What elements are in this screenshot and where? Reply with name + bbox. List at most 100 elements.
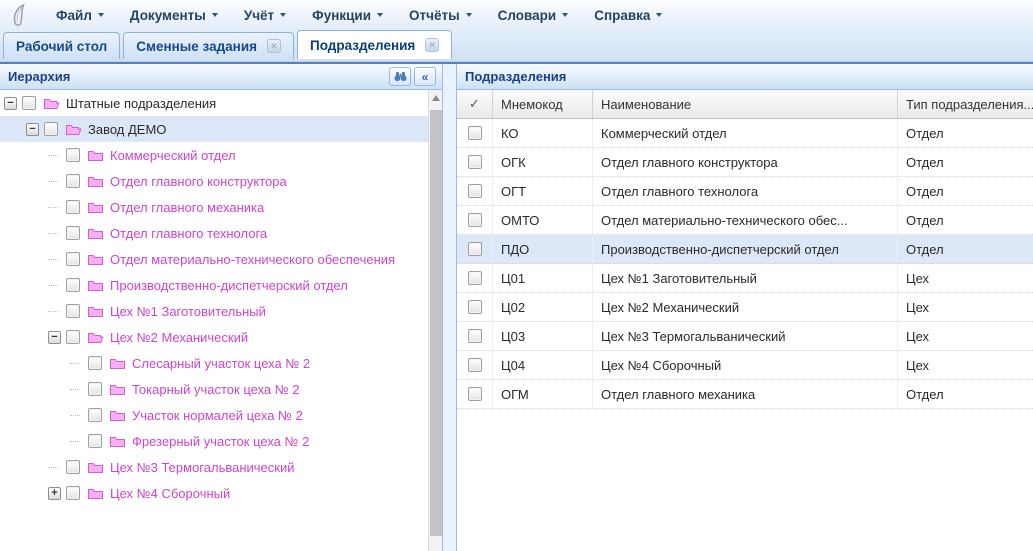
menu-item-file[interactable]: Файл — [43, 0, 117, 30]
menu-item-label: Словари — [498, 8, 557, 23]
row-checkbox[interactable] — [468, 242, 482, 256]
tree-scrollbar[interactable] — [428, 90, 442, 551]
tree-checkbox[interactable] — [66, 486, 80, 500]
row-checkbox[interactable] — [468, 126, 482, 140]
app-logo-icon — [7, 2, 33, 28]
tree-checkbox[interactable] — [66, 304, 80, 318]
tree-checkbox[interactable] — [66, 174, 80, 188]
tree-checkbox[interactable] — [66, 278, 80, 292]
table-row[interactable]: ПДОПроизводственно-диспетчерский отделОт… — [457, 235, 1033, 264]
tab-departments[interactable]: Подразделения✕ — [297, 30, 452, 59]
tree-item[interactable]: Производственно-диспетчерский отдел — [0, 272, 428, 298]
tree-item[interactable]: Отдел материально-технического обеспечен… — [0, 246, 428, 272]
scroll-up-icon[interactable] — [432, 95, 440, 101]
table-row[interactable]: Ц02Цех №2 МеханическийЦех — [457, 293, 1033, 322]
tree-item[interactable]: Отдел главного механика — [0, 194, 428, 220]
tree-item[interactable]: Фрезерный участок цеха № 2 — [0, 428, 428, 454]
cell-code: Ц04 — [493, 351, 593, 379]
table-row[interactable]: ОГМОтдел главного механикаОтдел — [457, 380, 1033, 409]
column-header-name[interactable]: Наименование — [593, 90, 898, 118]
close-icon[interactable]: ✕ — [425, 38, 439, 52]
tree-checkbox[interactable] — [66, 226, 80, 240]
row-checkbox-cell — [457, 322, 493, 350]
tree-checkbox[interactable] — [44, 122, 58, 136]
tree-item[interactable]: Отдел главного конструктора — [0, 168, 428, 194]
tree-checkbox[interactable] — [88, 408, 102, 422]
departments-panel-header: Подразделения — [457, 64, 1033, 90]
expander-slot[interactable]: − — [26, 123, 44, 136]
row-checkbox-cell — [457, 380, 493, 408]
tree-item[interactable]: − Завод ДЕМО — [0, 116, 428, 142]
table-row[interactable]: ОГТОтдел главного технологаОтдел — [457, 177, 1033, 206]
menu-item-reports[interactable]: Отчёты — [396, 0, 485, 30]
folder-icon — [87, 460, 104, 474]
tree-item[interactable]: Токарный участок цеха № 2 — [0, 376, 428, 402]
menu-item-accounting[interactable]: Учёт — [231, 0, 299, 30]
tree-checkbox[interactable] — [66, 148, 80, 162]
tab-desktop[interactable]: Рабочий стол — [3, 32, 120, 59]
tree-item[interactable]: Участок нормалей цеха № 2 — [0, 402, 428, 428]
search-button[interactable] — [389, 67, 411, 86]
tree-checkbox[interactable] — [66, 460, 80, 474]
expander-slot[interactable]: − — [4, 97, 22, 110]
table-row[interactable]: ОМТООтдел материально-технического обес.… — [457, 206, 1033, 235]
tree-item-label: Участок нормалей цеха № 2 — [132, 408, 303, 423]
expander-slot[interactable]: + — [48, 487, 66, 500]
tree-checkbox[interactable] — [88, 382, 102, 396]
column-header-check[interactable]: ✓ — [457, 90, 493, 118]
tree-checkbox[interactable] — [66, 200, 80, 214]
table-row[interactable]: ОГКОтдел главного конструктораОтдел — [457, 148, 1033, 177]
menu-item-functions[interactable]: Функции — [299, 0, 396, 30]
row-checkbox[interactable] — [468, 213, 482, 227]
tree-item[interactable]: +Цех №4 Сборочный — [0, 480, 428, 506]
expander-slot — [48, 311, 66, 312]
collapse-node-icon[interactable]: − — [48, 331, 61, 344]
menu-item-dictionaries[interactable]: Словари — [485, 0, 582, 30]
tree-item[interactable]: Цех №1 Заготовительный — [0, 298, 428, 324]
tab-shift-tasks[interactable]: Сменные задания✕ — [123, 32, 294, 59]
tree-item[interactable]: Слесарный участок цеха № 2 — [0, 350, 428, 376]
collapse-node-icon[interactable]: − — [26, 123, 39, 136]
cell-code: Ц03 — [493, 322, 593, 350]
expander-slot[interactable]: − — [48, 331, 66, 344]
tree-checkbox[interactable] — [66, 252, 80, 266]
column-header-type[interactable]: Тип подразделения... — [898, 90, 1033, 118]
tree-checkbox[interactable] — [88, 356, 102, 370]
expander-slot — [48, 233, 66, 234]
row-checkbox[interactable] — [468, 184, 482, 198]
tree-item[interactable]: Коммерческий отдел — [0, 142, 428, 168]
cell-code: Ц02 — [493, 293, 593, 321]
tree-checkbox[interactable] — [66, 330, 80, 344]
collapse-node-icon[interactable]: − — [4, 97, 17, 110]
scrollbar-thumb[interactable] — [430, 110, 442, 536]
tree-item-label: Завод ДЕМО — [88, 122, 166, 137]
row-checkbox[interactable] — [468, 358, 482, 372]
close-icon[interactable]: ✕ — [267, 39, 281, 53]
tree-guide-line — [48, 467, 58, 468]
chevron-down-icon — [212, 13, 218, 17]
tree-checkbox[interactable] — [22, 96, 36, 110]
table-row[interactable]: Ц01Цех №1 ЗаготовительныйЦех — [457, 264, 1033, 293]
tree-checkbox[interactable] — [88, 434, 102, 448]
tree-item[interactable]: Цех №3 Термогальванический — [0, 454, 428, 480]
panel-splitter[interactable] — [443, 64, 456, 551]
table-row[interactable]: Ц03Цех №3 ТермогальваническийЦех — [457, 322, 1033, 351]
table-row[interactable]: КОКоммерческий отделОтдел — [457, 119, 1033, 148]
menu-item-documents[interactable]: Документы — [117, 0, 231, 30]
tree-guide-line — [48, 285, 58, 286]
tree-item[interactable]: Отдел главного технолога — [0, 220, 428, 246]
tree-item[interactable]: −Штатные подразделения — [0, 90, 428, 116]
cell-name: Отдел главного конструктора — [593, 148, 898, 176]
menu-item-help[interactable]: Справка — [581, 0, 675, 30]
cell-name: Коммерческий отдел — [593, 119, 898, 147]
row-checkbox[interactable] — [468, 271, 482, 285]
column-header-code[interactable]: Мнемокод — [493, 90, 593, 118]
expand-node-icon[interactable]: + — [48, 487, 61, 500]
row-checkbox[interactable] — [468, 300, 482, 314]
row-checkbox[interactable] — [468, 387, 482, 401]
row-checkbox[interactable] — [468, 155, 482, 169]
tree-item[interactable]: −Цех №2 Механический — [0, 324, 428, 350]
row-checkbox[interactable] — [468, 329, 482, 343]
table-row[interactable]: Ц04Цех №4 СборочныйЦех — [457, 351, 1033, 380]
collapse-panel-button[interactable]: « — [414, 67, 436, 86]
